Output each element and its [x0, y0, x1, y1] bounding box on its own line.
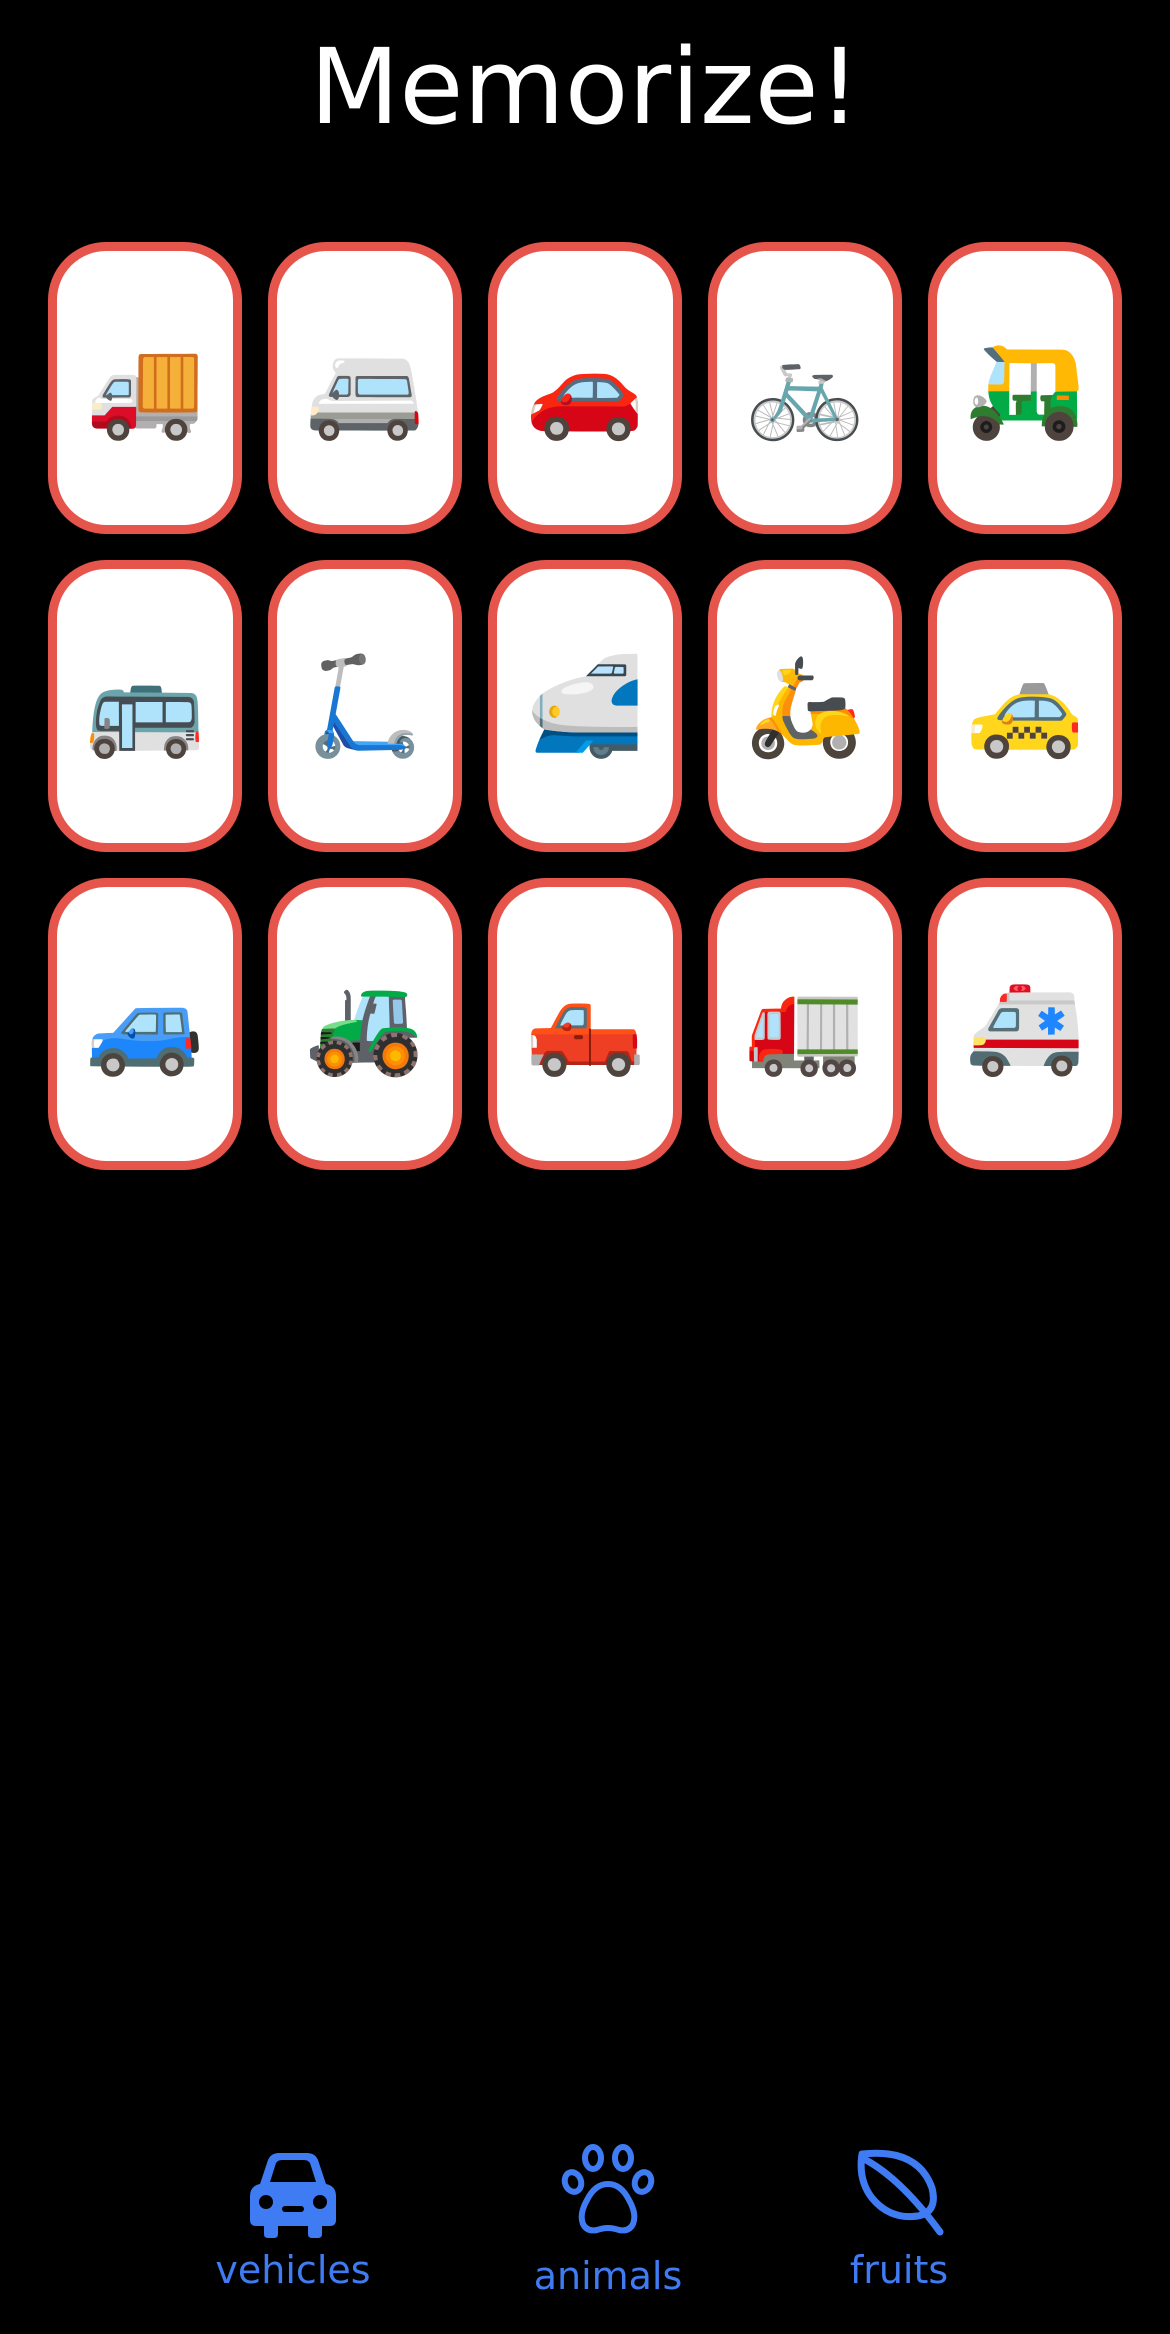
card[interactable]: 🚛 — [708, 878, 902, 1170]
theme-tab-bar: vehicles animals fruits — [0, 2140, 1170, 2320]
bullet-train-icon: 🚅 — [525, 650, 645, 762]
card[interactable]: 🚜 — [268, 878, 462, 1170]
taxi-icon: 🚕 — [965, 650, 1085, 762]
tab-fruits-label: fruits — [849, 2248, 949, 2292]
card[interactable]: 🚑 — [928, 878, 1122, 1170]
red-car-icon: 🚗 — [525, 332, 645, 444]
tab-vehicles[interactable]: vehicles — [183, 2140, 403, 2320]
tab-animals-label: animals — [533, 2254, 683, 2298]
leaf-icon — [857, 2149, 944, 2236]
card[interactable]: 🛻 — [488, 878, 682, 1170]
auto-rickshaw-icon: 🛺 — [965, 332, 1085, 444]
car-icon — [250, 2153, 336, 2238]
tractor-icon: 🚜 — [305, 968, 425, 1080]
card-grid: 🚚 🚐 🚗 🚲 🛺 🚌 🛴 🚅 🛵 🚕 🚙 🚜 🛻 🚛 🚑 — [48, 242, 1122, 1170]
card[interactable]: 🚲 — [708, 242, 902, 534]
blue-suv-icon: 🚙 — [85, 968, 205, 1080]
card[interactable]: 🛴 — [268, 560, 462, 852]
tab-animals[interactable]: animals — [498, 2140, 718, 2320]
card[interactable]: 🚅 — [488, 560, 682, 852]
tab-vehicles-label: vehicles — [215, 2248, 371, 2292]
card[interactable]: 🚌 — [48, 560, 242, 852]
pickup-truck-icon: 🛻 — [525, 968, 645, 1080]
card[interactable]: 🚙 — [48, 878, 242, 1170]
paw-icon — [561, 2144, 655, 2234]
card[interactable]: 🚐 — [268, 242, 462, 534]
page-title: Memorize! — [309, 26, 861, 148]
kick-scooter-icon: 🛴 — [305, 650, 425, 762]
motor-scooter-icon: 🛵 — [745, 650, 865, 762]
card[interactable]: 🚕 — [928, 560, 1122, 852]
ambulance-icon: 🚑 — [965, 968, 1085, 1080]
minibus-icon: 🚐 — [305, 332, 425, 444]
bus-icon: 🚌 — [85, 650, 205, 762]
articulated-lorry-icon: 🚛 — [745, 968, 865, 1080]
bicycle-icon: 🚲 — [745, 332, 865, 444]
delivery-truck-icon: 🚚 — [85, 332, 205, 444]
card[interactable]: 🚚 — [48, 242, 242, 534]
card[interactable]: 🛺 — [928, 242, 1122, 534]
card[interactable]: 🛵 — [708, 560, 902, 852]
card[interactable]: 🚗 — [488, 242, 682, 534]
tab-fruits[interactable]: fruits — [789, 2140, 1009, 2320]
